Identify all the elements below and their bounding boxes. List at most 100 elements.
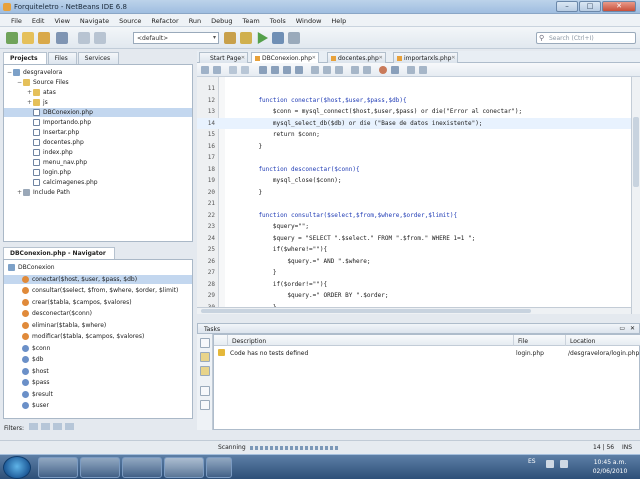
refresh-icon[interactable] <box>200 338 210 348</box>
column-header-location[interactable]: Location <box>566 335 640 346</box>
tab-projects[interactable]: Projects <box>3 52 47 64</box>
taskbar-netbeans-icon[interactable] <box>164 457 204 478</box>
menu-help[interactable]: Help <box>326 14 351 26</box>
tree-item[interactable]: − Source Files <box>4 78 192 87</box>
filter-sort-icon[interactable] <box>64 423 74 430</box>
navigator-item[interactable]: $user <box>4 401 192 410</box>
navigator-item[interactable]: eliminar($tabla, $where) <box>4 321 192 330</box>
close-panel-icon[interactable]: ✕ <box>630 325 635 332</box>
code-line[interactable]: 27 } <box>197 267 631 278</box>
code-line[interactable]: 20 } <box>197 187 631 198</box>
menu-source[interactable]: Source <box>114 14 146 26</box>
taskbar-explorer-icon[interactable] <box>38 457 78 478</box>
navigator-item[interactable]: $db <box>4 355 192 364</box>
back-icon[interactable] <box>229 66 237 74</box>
menu-team[interactable]: Team <box>238 14 265 26</box>
expand-toggle-icon[interactable]: − <box>16 79 23 86</box>
group-icon[interactable] <box>200 386 210 396</box>
start-macro-icon[interactable] <box>379 66 387 74</box>
new-file-icon[interactable] <box>22 32 34 44</box>
close-tab-icon[interactable]: ✕ <box>312 55 316 61</box>
toggle-bookmark-icon[interactable] <box>335 66 343 74</box>
navigator-item[interactable]: conectar($host, $user, $pass, $db) <box>4 274 192 284</box>
tree-item[interactable]: Insertar.php <box>4 128 192 137</box>
code-line[interactable]: 18 function desconectar($conn){ <box>197 164 631 175</box>
navigator-title[interactable]: DBConexion.php - Navigator <box>3 247 115 259</box>
navigator-item[interactable]: $result <box>4 390 192 399</box>
tree-item[interactable]: Importando.php <box>4 118 192 127</box>
tab-dbconexion[interactable]: DBConexion.php ✕ <box>251 52 319 63</box>
tray-language[interactable]: ES <box>528 458 536 465</box>
filter-fields-icon[interactable] <box>28 423 38 430</box>
scroll-thumb[interactable] <box>633 117 639 187</box>
navigator-item[interactable]: $host <box>4 367 192 376</box>
maximize-button[interactable]: □ <box>579 1 601 12</box>
tree-item[interactable]: menu_nav.php <box>4 158 192 167</box>
settings-icon[interactable] <box>200 400 210 410</box>
tree-item[interactable]: calcimagenes.php <box>4 178 192 187</box>
tree-item[interactable]: docentes.php <box>4 138 192 147</box>
code-line[interactable]: 12 function conectar($host,$user,$pass,$… <box>197 95 631 106</box>
tab-services[interactable]: Services <box>77 52 120 64</box>
close-tab-icon[interactable]: ✕ <box>379 55 383 61</box>
code-line[interactable]: 24 $query = "SELECT ".$select." FROM ".$… <box>197 233 631 244</box>
find-previous-icon[interactable] <box>271 66 279 74</box>
code-line[interactable]: 15 return $conn; <box>197 129 631 140</box>
tree-item[interactable]: + js <box>4 98 192 107</box>
toggle-highlight-icon[interactable] <box>295 66 303 74</box>
filter-icon[interactable] <box>200 366 210 376</box>
stop-macro-icon[interactable] <box>391 66 399 74</box>
minimize-panel-icon[interactable]: ▭ <box>619 325 625 332</box>
tab-start-page[interactable]: Start Page ✕ <box>199 52 249 63</box>
taskbar-media-player-icon[interactable] <box>80 457 120 478</box>
bookmark-next-icon[interactable] <box>323 66 331 74</box>
column-header-description[interactable]: Description <box>228 335 514 346</box>
code-line[interactable]: 25 if($where!=""){ <box>197 244 631 255</box>
start-button[interactable] <box>3 456 31 479</box>
code-line[interactable]: 11 <box>197 83 631 94</box>
close-button[interactable]: ✕ <box>602 1 636 12</box>
profile-icon[interactable] <box>288 32 300 44</box>
close-tab-icon[interactable]: ✕ <box>451 55 455 61</box>
editor-horizontal-scrollbar[interactable] <box>197 307 631 314</box>
comment-icon[interactable] <box>407 66 415 74</box>
undo-icon[interactable] <box>78 32 90 44</box>
uncomment-icon[interactable] <box>419 66 427 74</box>
taskbar-app-icon[interactable] <box>206 457 232 478</box>
menu-edit[interactable]: Edit <box>27 14 50 26</box>
build-icon[interactable] <box>240 32 252 44</box>
network-icon[interactable] <box>546 460 554 468</box>
column-header-file[interactable]: File <box>514 335 566 346</box>
menu-debug[interactable]: Debug <box>206 14 237 26</box>
tree-item[interactable]: + Include Path <box>4 188 192 197</box>
code-line[interactable]: 13 $conn = mysql_connect($host,$user,$pa… <box>197 106 631 117</box>
source-view-icon[interactable] <box>201 66 209 74</box>
open-project-icon[interactable] <box>38 32 50 44</box>
expand-toggle-icon[interactable]: + <box>26 99 33 106</box>
menu-run[interactable]: Run <box>184 14 206 26</box>
volume-icon[interactable] <box>560 460 568 468</box>
find-icon[interactable] <box>259 66 267 74</box>
code-line[interactable]: 16 } <box>197 141 631 152</box>
minimize-button[interactable]: – <box>556 1 578 12</box>
clock[interactable]: 10:45 a.m. 02/06/2010 <box>585 458 635 476</box>
expand-toggle-icon[interactable]: − <box>6 69 13 76</box>
shift-left-icon[interactable] <box>351 66 359 74</box>
save-all-icon[interactable] <box>56 32 68 44</box>
run-icon[interactable] <box>257 32 268 44</box>
config-select[interactable]: <default> ▾ <box>133 32 219 44</box>
column-header[interactable] <box>214 335 228 346</box>
navigator-item[interactable]: consultar($select, $from, $where, $order… <box>4 286 192 295</box>
tab-docentes[interactable]: docentes.php ✕ <box>327 52 386 63</box>
code-editor[interactable]: 11 12 function conectar($host,$user,$pass… <box>197 77 631 314</box>
close-tab-icon[interactable]: ✕ <box>241 55 245 61</box>
menu-navigate[interactable]: Navigate <box>75 14 114 26</box>
tab-files[interactable]: Files <box>47 52 77 64</box>
redo-icon[interactable] <box>94 32 106 44</box>
history-icon[interactable] <box>213 66 221 74</box>
menu-view[interactable]: View <box>49 14 74 26</box>
navigator-item[interactable]: $pass <box>4 378 192 387</box>
tab-importarxls[interactable]: importarxls.php ✕ <box>393 52 459 63</box>
filter-inherited-icon[interactable] <box>52 423 62 430</box>
new-project-icon[interactable] <box>6 32 18 44</box>
